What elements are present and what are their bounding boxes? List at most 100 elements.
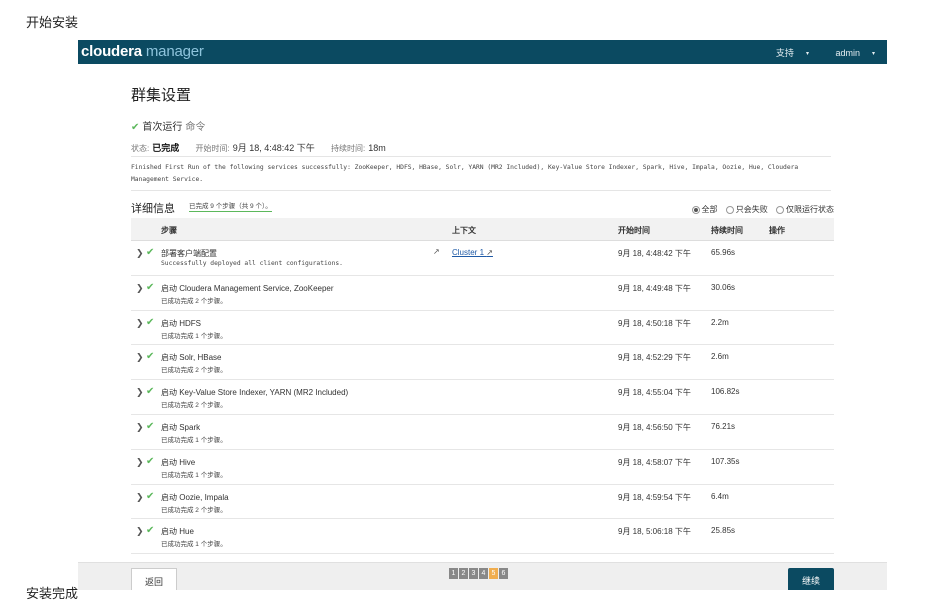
page-1[interactable]: 1 <box>449 568 458 579</box>
expand-chevron-icon[interactable]: ❯ <box>136 283 144 294</box>
duration-label: 持续时间: <box>331 144 366 153</box>
step-duration: 2.6m <box>711 352 729 362</box>
user-label: admin <box>835 48 860 58</box>
expand-chevron-icon[interactable]: ❯ <box>136 457 144 468</box>
column-context: 上下文 <box>452 226 476 235</box>
page-2[interactable]: 2 <box>459 568 468 579</box>
steps-completed-link[interactable]: 已完成 9 个步骤（共 9 个）。 <box>189 200 272 212</box>
column-duration: 持续时间 <box>711 226 743 235</box>
step-name: 部署客户端配置 <box>161 249 217 258</box>
check-icon: ✔ <box>146 281 155 293</box>
step-duration: 107.35s <box>711 456 740 466</box>
page-title: 群集设置 <box>131 86 192 104</box>
expand-chevron-icon[interactable]: ❯ <box>136 422 144 433</box>
table-row[interactable]: ❯ ✔ 启动 Hive 已成功完成 1 个步骤。 9月 18, 4:58:07 … <box>131 450 834 485</box>
table-row[interactable]: ❯ ✔ 启动 Solr, HBase 已成功完成 2 个步骤。 9月 18, 4… <box>131 345 834 381</box>
radio-icon <box>776 205 784 214</box>
step-name: 启动 Cloudera Management Service, ZooKeepe… <box>161 283 334 293</box>
step-detail: 已成功完成 1 个步骤。 <box>161 436 227 444</box>
step-name: 启动 Oozie, Impala <box>161 492 229 502</box>
check-icon: ✔ <box>146 316 155 328</box>
table-header: 步骤 上下文 开始时间 持续时间 操作 <box>131 218 834 241</box>
page-footer-text: 安装完成 <box>26 586 79 601</box>
check-icon: ✔ <box>146 525 155 537</box>
cloudera-manager-window: cloudera manager 支持 ▾ admin ▾ 群集设置 ✔ 首次运行 命令… <box>78 40 887 590</box>
column-start-time: 开始时间 <box>618 226 650 235</box>
step-start-time: 9月 18, 4:59:54 下午 <box>618 492 691 502</box>
page-5-active[interactable]: 5 <box>489 568 498 579</box>
external-link-icon: ↗ <box>486 248 493 257</box>
step-name: 启动 Solr, HBase <box>161 353 222 363</box>
step-start-time: 9月 18, 4:50:18 下午 <box>618 318 691 328</box>
page-heading: 开始安装 <box>26 15 79 30</box>
user-menu[interactable]: admin ▾ <box>823 48 875 58</box>
chevron-down-icon: ▾ <box>805 51 809 58</box>
filter-all[interactable]: 全部 <box>691 205 718 214</box>
step-duration: 6.4m <box>711 491 729 501</box>
check-icon: ✔ <box>146 351 155 363</box>
filter-all-label: 全部 <box>701 205 718 214</box>
step-start-time: 9月 18, 4:56:50 下午 <box>618 422 691 432</box>
step-start-time: 9月 18, 4:48:42 下午 <box>618 249 691 258</box>
check-icon: ✔ <box>146 420 155 432</box>
back-button[interactable]: 返回 <box>131 568 177 590</box>
support-label: 支持 <box>775 48 794 58</box>
table-row[interactable]: ❯ ✔ 启动 Oozie, Impala 已成功完成 2 个步骤。 9月 18,… <box>131 485 834 520</box>
radio-selected-icon <box>691 205 700 214</box>
step-duration: 30.06s <box>711 282 736 292</box>
steps-table: 步骤 上下文 开始时间 持续时间 操作 ❯ ✔ 部署客户端配置 Successf… <box>131 218 834 555</box>
table-row[interactable]: ❯ ✔ 启动 Spark 已成功完成 1 个步骤。 9月 18, 4:56:50… <box>131 415 834 450</box>
step-start-time: 9月 18, 4:52:29 下午 <box>618 353 691 363</box>
step-name: 启动 Hue <box>161 527 194 537</box>
logo-text-manager: manager <box>145 43 204 60</box>
cloudera-manager-logo[interactable]: cloudera manager <box>81 43 204 61</box>
expand-chevron-icon[interactable]: ❯ <box>136 387 144 398</box>
page-3[interactable]: 3 <box>469 568 478 579</box>
column-step: 步骤 <box>161 226 177 235</box>
filter-failed-label: 只会失败 <box>735 205 768 214</box>
check-icon: ✔ <box>146 247 155 258</box>
step-detail: 已成功完成 1 个步骤。 <box>161 332 227 340</box>
page-4[interactable]: 4 <box>479 568 488 579</box>
wizard-footer: 返回 1 2 3 4 5 6 继续 <box>78 562 887 590</box>
logo-text-cloudera: cloudera <box>81 43 142 60</box>
step-duration: 76.21s <box>711 421 736 431</box>
step-name: 启动 Spark <box>161 422 201 432</box>
step-detail: 已成功完成 2 个步骤。 <box>161 297 227 305</box>
check-icon: ✔ <box>146 386 155 398</box>
status-label: 状态: <box>131 144 150 153</box>
context-link[interactable]: Cluster 1 ↗ <box>452 248 493 257</box>
step-name: 启动 Key-Value Store Indexer, YARN (MR2 In… <box>161 388 349 398</box>
step-duration: 2.2m <box>711 317 729 327</box>
table-row[interactable]: ❯ ✔ 启动 Key-Value Store Indexer, YARN (MR… <box>131 380 834 415</box>
step-duration: 25.85s <box>711 526 736 536</box>
step-name: 启动 HDFS <box>161 318 201 328</box>
run-result-message: Finished First Run of the following serv… <box>131 156 831 191</box>
filter-failed-only[interactable]: 只会失败 <box>725 205 768 214</box>
duration-value: 18m <box>368 143 386 153</box>
radio-icon <box>725 205 734 214</box>
expand-chevron-icon[interactable]: ❯ <box>136 352 144 363</box>
expand-chevron-icon[interactable]: ❯ <box>136 492 144 503</box>
step-detail: 已成功完成 1 个步骤。 <box>161 541 227 549</box>
table-row[interactable]: ❯ ✔ 启动 Cloudera Management Service, ZooK… <box>131 276 834 311</box>
page-6[interactable]: 6 <box>499 568 508 579</box>
expand-chevron-icon[interactable]: ❯ <box>136 248 144 259</box>
support-menu[interactable]: 支持 ▾ <box>764 48 809 58</box>
start-time-label: 开始时间: <box>195 144 230 153</box>
chevron-down-icon: ▾ <box>871 51 875 58</box>
step-detail: Successfully deployed all client configu… <box>161 260 343 267</box>
first-run-header: ✔ 首次运行 命令 <box>131 118 205 133</box>
expand-chevron-icon[interactable]: ❯ <box>136 526 144 537</box>
continue-button[interactable]: 继续 <box>788 568 834 590</box>
table-row[interactable]: ❯ ✔ 部署客户端配置 Successfully deployed all cl… <box>131 241 834 276</box>
expand-chevron-icon[interactable]: ❯ <box>136 318 144 329</box>
table-row[interactable]: ❯ ✔ 启动 HDFS 已成功完成 1 个步骤。 9月 18, 4:50:18 … <box>131 311 834 346</box>
status-line: 状态: 已完成 开始时间: 9月 18, 4:48:42 下午 持续时间: 18m <box>131 141 400 154</box>
table-row[interactable]: ❯ ✔ 启动 Hue 已成功完成 1 个步骤。 9月 18, 5:06:18 下… <box>131 519 834 555</box>
command-label: 命令 <box>185 122 206 133</box>
external-link-icon[interactable]: ↗ <box>433 247 440 256</box>
step-duration: 106.82s <box>711 387 740 397</box>
filter-running-only[interactable]: 仅限运行状态 <box>776 205 834 214</box>
step-name: 启动 Hive <box>161 457 196 467</box>
